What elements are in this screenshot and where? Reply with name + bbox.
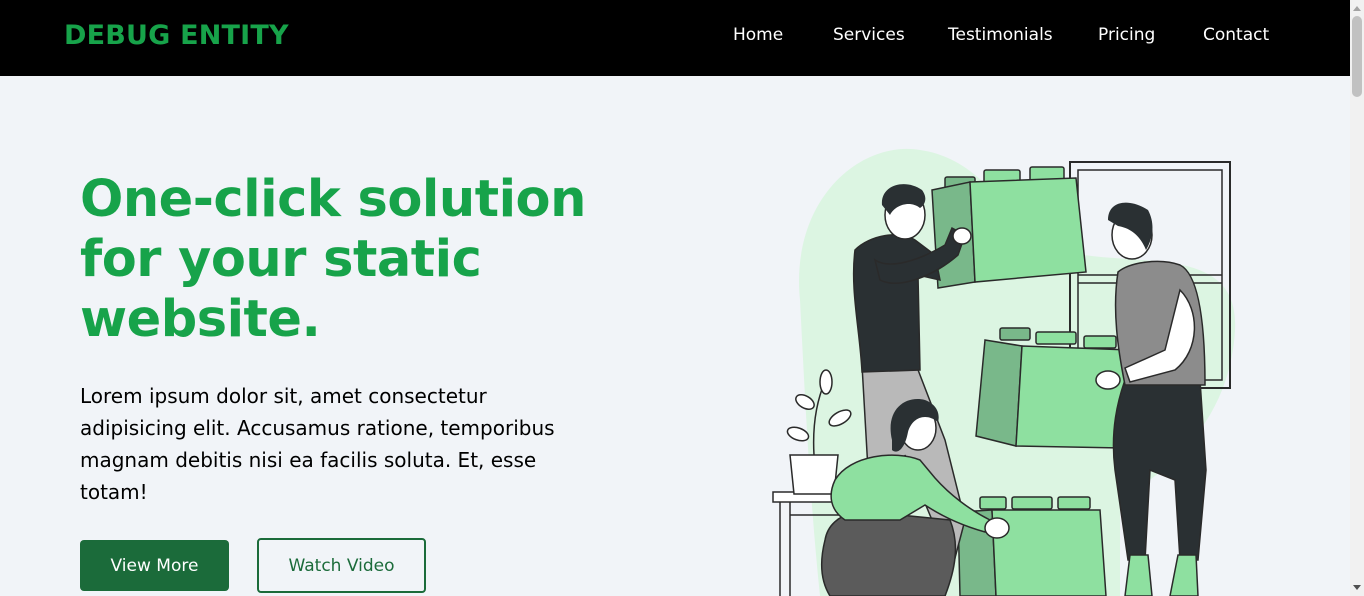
- scroll-up-arrow-icon[interactable]: [1353, 6, 1361, 11]
- nav-link-testimonials[interactable]: Testimonials: [948, 25, 1053, 45]
- nav-link-home[interactable]: Home: [733, 25, 783, 45]
- nav-link-pricing[interactable]: Pricing: [1098, 25, 1155, 45]
- team-building-blocks-illustration: [772, 148, 1236, 596]
- nav-link-services[interactable]: Services: [833, 25, 905, 45]
- nav-link-contact[interactable]: Contact: [1203, 25, 1269, 45]
- scrollbar-thumb[interactable]: [1352, 16, 1362, 97]
- hero-title: One-click solution for your static websi…: [80, 170, 586, 349]
- scroll-down-arrow-icon[interactable]: [1353, 585, 1361, 590]
- view-more-button[interactable]: View More: [80, 540, 229, 591]
- watch-video-button[interactable]: Watch Video: [257, 538, 426, 593]
- brand-logo[interactable]: DEBUG ENTITY: [64, 20, 289, 51]
- navbar: DEBUG ENTITY Home Services Testimonials …: [0, 0, 1350, 76]
- hero-description: Lorem ipsum dolor sit, amet consectetur …: [80, 384, 555, 504]
- vertical-scrollbar[interactable]: [1350, 0, 1364, 596]
